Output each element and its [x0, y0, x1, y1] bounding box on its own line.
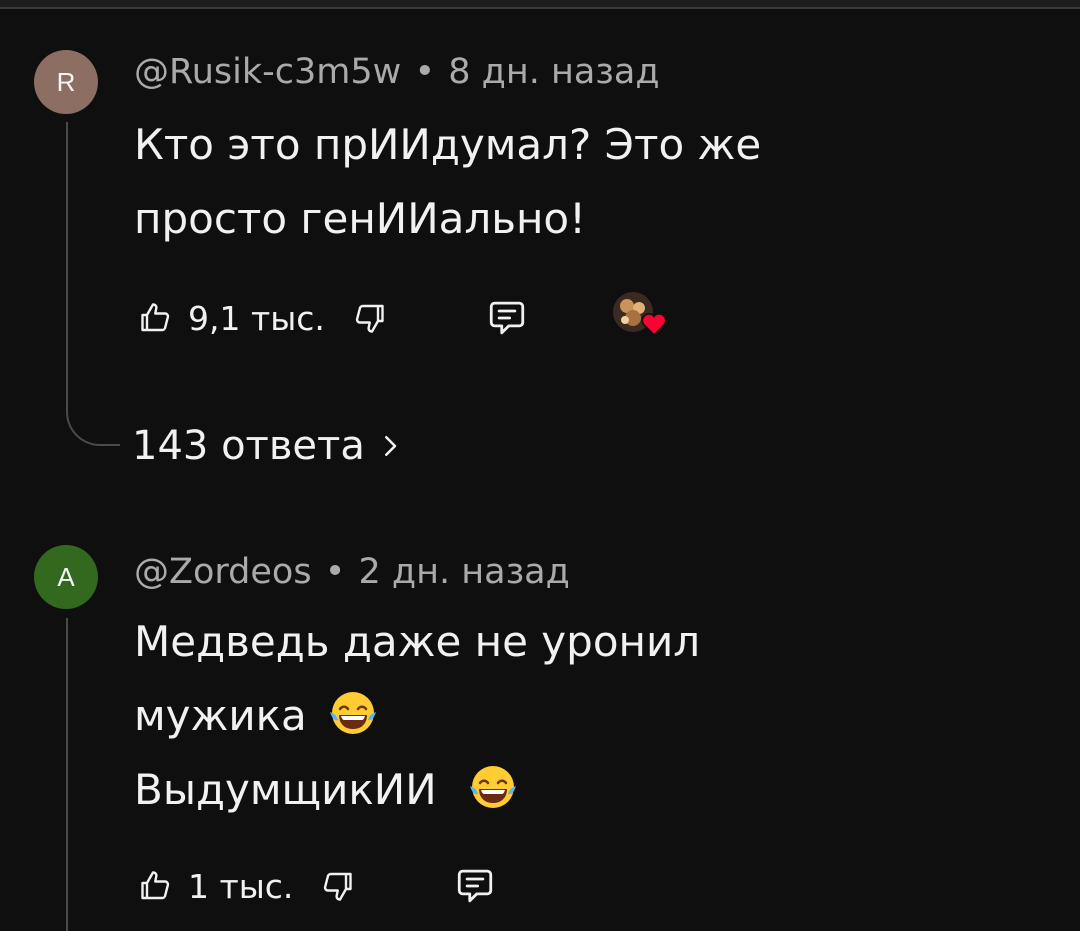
thread-line: [66, 618, 68, 931]
creator-heart-icon: [641, 313, 667, 336]
thread-line: [66, 122, 68, 392]
thumb-up-icon: [141, 871, 170, 900]
comment-line: Кто это прИИдумал? Это же: [134, 120, 762, 169]
comment-line: ВыдумщикИИ: [134, 765, 437, 814]
comment-icon: [458, 869, 493, 903]
comment-line: мужика: [134, 691, 307, 740]
thumb-down-icon: [324, 872, 353, 901]
creator-heart: [611, 290, 671, 346]
comment-text: Медведь даже не уронил мужика ВыдумщикИИ: [134, 605, 700, 827]
like-count: 1 тыс.: [188, 866, 294, 906]
dislike-button[interactable]: [347, 296, 391, 340]
author-name[interactable]: @Rusik-c3m5w: [134, 52, 401, 92]
comment-line: просто генИИально!: [134, 194, 586, 243]
dislike-button[interactable]: [315, 864, 359, 908]
comment-meta: @Rusik-c3m5w • 8 дн. назад: [134, 50, 660, 94]
comment-icon: [489, 301, 525, 335]
comment-time: 8 дн. назад: [448, 52, 660, 92]
avatar[interactable]: R: [34, 50, 98, 114]
laughing-tears-emoji-icon: [330, 692, 377, 734]
thread-curve: [66, 388, 120, 446]
comment-actions: 9,1 тыс.: [134, 292, 671, 342]
meta-separator: •: [324, 552, 346, 592]
meta-separator: •: [414, 52, 436, 92]
comment-line-with-emoji: мужика: [134, 679, 700, 753]
top-divider: [0, 0, 1080, 9]
author-name[interactable]: @Zordeos: [134, 552, 312, 592]
replies-label: 143 ответа: [132, 423, 365, 469]
chevron-right-icon: [384, 436, 397, 456]
thumb-up-icon: [141, 303, 170, 332]
view-replies-button[interactable]: 143 ответа: [132, 418, 405, 474]
comment-line-with-emoji: ВыдумщикИИ: [134, 753, 700, 827]
comment-time: 2 дн. назад: [358, 552, 570, 592]
reply-button[interactable]: [451, 862, 499, 910]
laughing-tears-emoji-icon: [469, 766, 516, 808]
comment-actions: 1 тыс.: [134, 862, 499, 910]
like-button[interactable]: [134, 296, 178, 340]
comment-meta: @Zordeos • 2 дн. назад: [134, 550, 570, 594]
comment-line: Медведь даже не уронил: [134, 617, 701, 666]
avatar[interactable]: A: [34, 545, 98, 609]
thumb-down-icon: [355, 304, 384, 333]
like-button[interactable]: [134, 864, 178, 908]
reply-button[interactable]: [483, 294, 531, 342]
comment-text: Кто это прИИдумал? Это же просто генИИал…: [134, 108, 761, 256]
like-count: 9,1 тыс.: [188, 298, 325, 338]
